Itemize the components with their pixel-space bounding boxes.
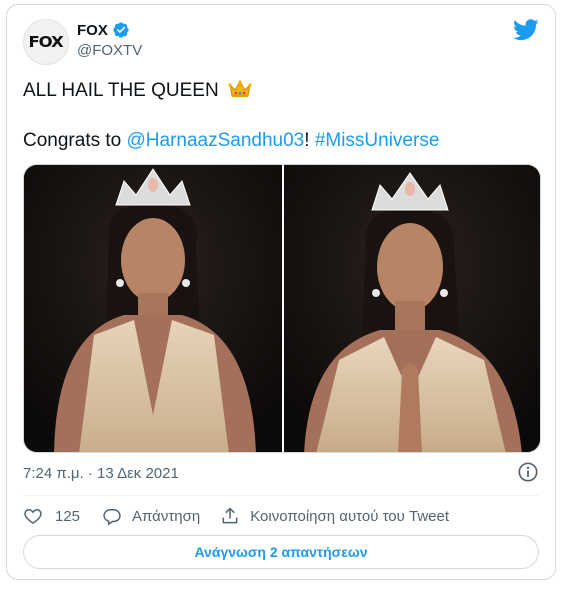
tweet-header: FOX FOX @FOXTV (23, 17, 539, 67)
handle[interactable]: @FOXTV (77, 42, 142, 59)
tweet-timestamp[interactable]: 7:24 π.μ. · 13 Δεκ 2021 (23, 465, 179, 482)
tweet-photo-1[interactable] (24, 165, 282, 452)
punctuation-text: ! (304, 130, 315, 151)
crown-emoji-icon (228, 80, 252, 97)
tweet-text-line1: ALL HAIL THE QUEEN (23, 79, 539, 103)
tweet-headline: ALL HAIL THE QUEEN (23, 80, 219, 101)
read-replies-button[interactable]: Ανάγνωση 2 απαντήσεων (23, 535, 539, 569)
avatar[interactable]: FOX (23, 19, 69, 65)
tweet-date: 13 Δεκ 2021 (97, 465, 179, 482)
tweet-time: 7:24 π.μ. (23, 465, 84, 482)
share-button[interactable]: Κοινοποίηση αυτού του Tweet (220, 506, 449, 526)
share-label: Κοινοποίηση αυτού του Tweet (250, 507, 450, 525)
tweet-card[interactable]: FOX FOX @FOXTV ALL HAIL THE QUEEN Congra (6, 4, 556, 580)
verified-badge-icon (113, 22, 129, 38)
heart-icon (24, 508, 42, 524)
read-replies-label: Ανάγνωση 2 απαντήσεων (194, 544, 368, 560)
share-icon (222, 507, 238, 524)
author-info[interactable]: FOX @FOXTV (77, 21, 142, 60)
tweet-photo-2[interactable] (284, 165, 540, 452)
divider (23, 495, 539, 496)
timestamp-separator: · (83, 465, 98, 482)
hashtag-link[interactable]: #MissUniverse (315, 130, 440, 151)
avatar-logo: FOX (28, 33, 64, 51)
media-grid (23, 164, 541, 453)
like-count: 125 (55, 507, 81, 525)
reply-icon (103, 509, 121, 526)
action-bar: 125 Απάντηση Κοινοποίηση αυτού του Tweet (23, 501, 539, 531)
twitter-bird-icon[interactable] (513, 19, 539, 41)
reply-label: Απάντηση (132, 507, 201, 525)
display-name[interactable]: FOX (77, 22, 108, 39)
tweet-text-line2: Congrats to @HarnaazSandhu03! #MissUnive… (23, 129, 539, 153)
congrats-text: Congrats to (23, 130, 127, 151)
like-button[interactable]: 125 (23, 506, 80, 526)
reply-button[interactable]: Απάντηση (102, 506, 200, 526)
info-icon[interactable] (517, 461, 539, 483)
mention-link[interactable]: @HarnaazSandhu03 (127, 130, 305, 151)
